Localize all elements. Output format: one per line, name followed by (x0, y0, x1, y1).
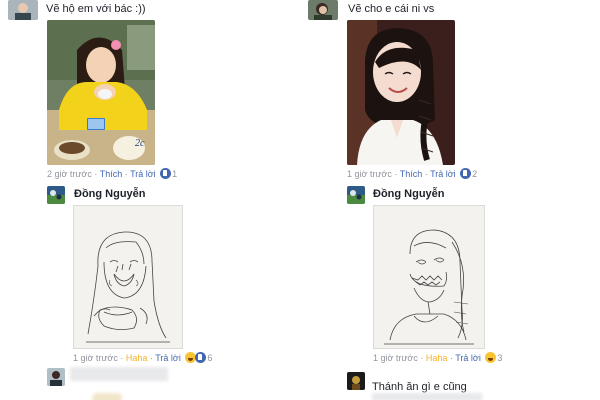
reply-link[interactable]: Trả lời (130, 169, 156, 179)
comment-time[interactable]: 2 giờ trước (47, 169, 92, 179)
reply-username[interactable]: Đồng Nguyễn (74, 188, 146, 200)
reaction-count[interactable]: 6 (207, 353, 212, 363)
reply-sketch-image[interactable] (373, 205, 485, 349)
comment-meta: 2 giờ trước · Thích · Trả lời 1 (47, 168, 178, 179)
reply-link[interactable]: Trả lời (430, 169, 456, 179)
like-icon[interactable] (460, 168, 472, 179)
haha-icon[interactable] (485, 352, 497, 363)
reply-meta: 1 giờ trước · Haha · Trả lời 6 (73, 352, 213, 363)
attached-photo[interactable] (347, 20, 455, 165)
reply-link[interactable]: Trả lời (455, 353, 481, 363)
reply-sketch-image[interactable] (73, 205, 183, 349)
attached-photo[interactable]: 2c (47, 20, 155, 165)
reply-time[interactable]: 1 giờ trước (373, 353, 418, 363)
blurred-content (372, 393, 482, 400)
like-link[interactable]: Thích (100, 169, 123, 179)
comment-meta: 1 giờ trước · Thích · Trả lời 2 (347, 168, 478, 179)
left-comment-thread: Vẽ hộ em với bác :)) 2c 2 giờ trước · Th… (0, 0, 300, 400)
right-comment-thread: Vẽ cho e cái ni vs 1 giờ trước · Thích · (302, 0, 600, 400)
like-icon[interactable] (195, 352, 207, 363)
reaction-count[interactable]: 1 (172, 169, 177, 179)
facebook-comment-screenshot: Vẽ hộ em với bác :)) 2c 2 giờ trước · Th… (0, 0, 600, 400)
reaction-count[interactable]: 3 (497, 353, 502, 363)
reply-username[interactable]: Đồng Nguyễn (373, 188, 445, 200)
reply-link[interactable]: Trả lời (155, 353, 181, 363)
next-commenter-avatar[interactable] (47, 368, 65, 386)
reply-meta: 1 giờ trước · Haha · Trả lời 3 (373, 352, 503, 363)
comment-text: Vẽ cho e cái ni vs (348, 3, 435, 15)
blurred-username (70, 367, 168, 381)
comment-time[interactable]: 1 giờ trước (347, 169, 392, 179)
next-commenter-avatar[interactable] (347, 372, 365, 390)
comment-text: Vẽ hộ em với bác :)) (46, 3, 146, 15)
next-comment-text: Thánh ăn gì e cũng (372, 381, 467, 393)
haha-link[interactable]: Haha (426, 353, 448, 363)
commenter-avatar[interactable] (308, 0, 338, 20)
like-icon[interactable] (160, 168, 172, 179)
reply-avatar[interactable] (347, 186, 365, 204)
reply-time[interactable]: 1 giờ trước (73, 353, 118, 363)
photo-note-label: 2c (135, 138, 145, 149)
like-link[interactable]: Thích (400, 169, 423, 179)
haha-link[interactable]: Haha (126, 353, 148, 363)
reply-avatar[interactable] (47, 186, 65, 204)
commenter-avatar[interactable] (8, 0, 38, 20)
blurred-content (92, 393, 122, 400)
reaction-count[interactable]: 2 (472, 169, 477, 179)
